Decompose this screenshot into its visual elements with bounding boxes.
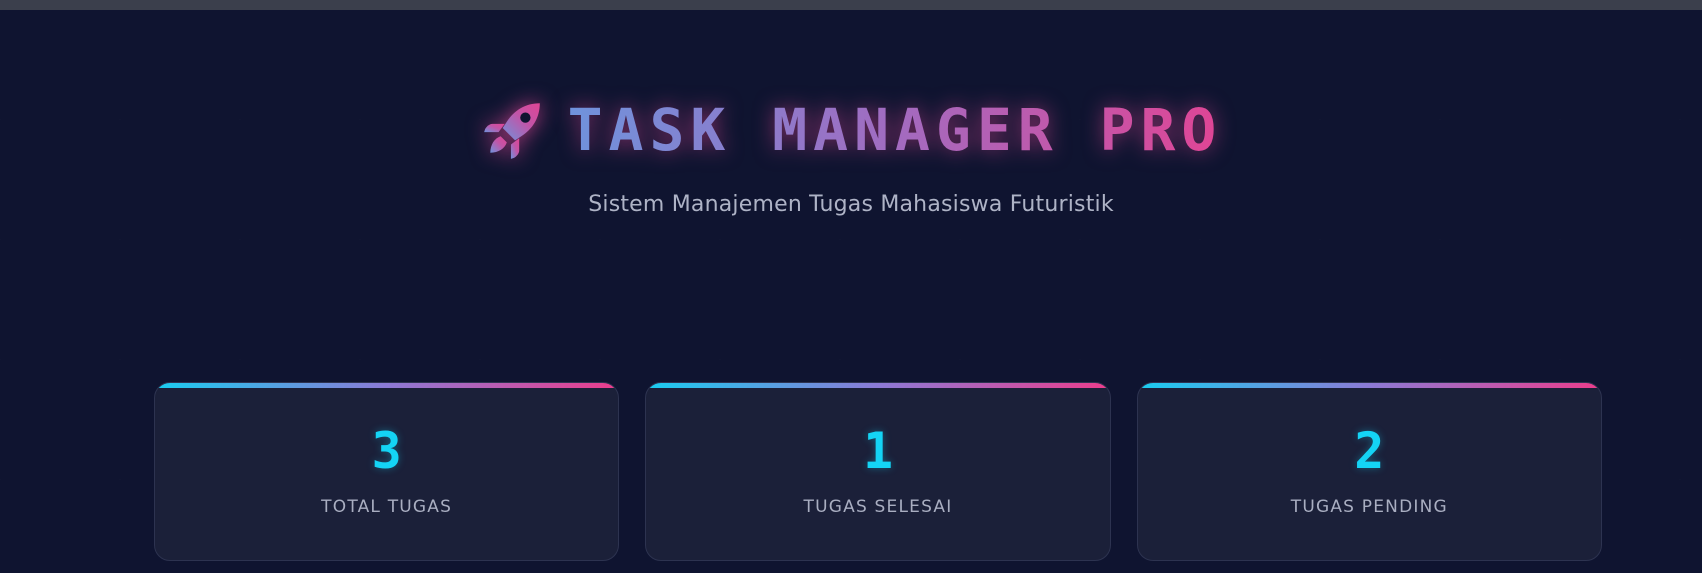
- rocket-icon: [483, 103, 540, 159]
- stat-card-pending: 2 TUGAS PENDING: [1136, 382, 1602, 561]
- title-row: TASK MANAGER PRO: [480, 90, 1223, 170]
- stat-card-total: 3 TOTAL TUGAS: [154, 382, 620, 561]
- stats-row: 3 TOTAL TUGAS 1 TUGAS SELESAI 2 TUGAS PE…: [154, 382, 1602, 561]
- stat-card-completed: 1 TUGAS SELESAI: [645, 382, 1111, 561]
- page-header: TASK MANAGER PRO Sistem Manajemen Tugas …: [0, 90, 1702, 217]
- stat-label-completed: TUGAS SELESAI: [803, 497, 953, 517]
- stat-value-total: 3: [371, 422, 402, 480]
- stat-value-pending: 2: [1354, 422, 1385, 480]
- app-title: TASK MANAGER PRO: [568, 90, 1223, 170]
- stat-label-pending: TUGAS PENDING: [1290, 497, 1448, 517]
- app-subtitle: Sistem Manajemen Tugas Mahasiswa Futuris…: [588, 192, 1114, 217]
- stat-value-completed: 1: [862, 422, 894, 480]
- stat-label-total: TOTAL TUGAS: [321, 497, 453, 517]
- browser-top-bar: [0, 0, 1702, 10]
